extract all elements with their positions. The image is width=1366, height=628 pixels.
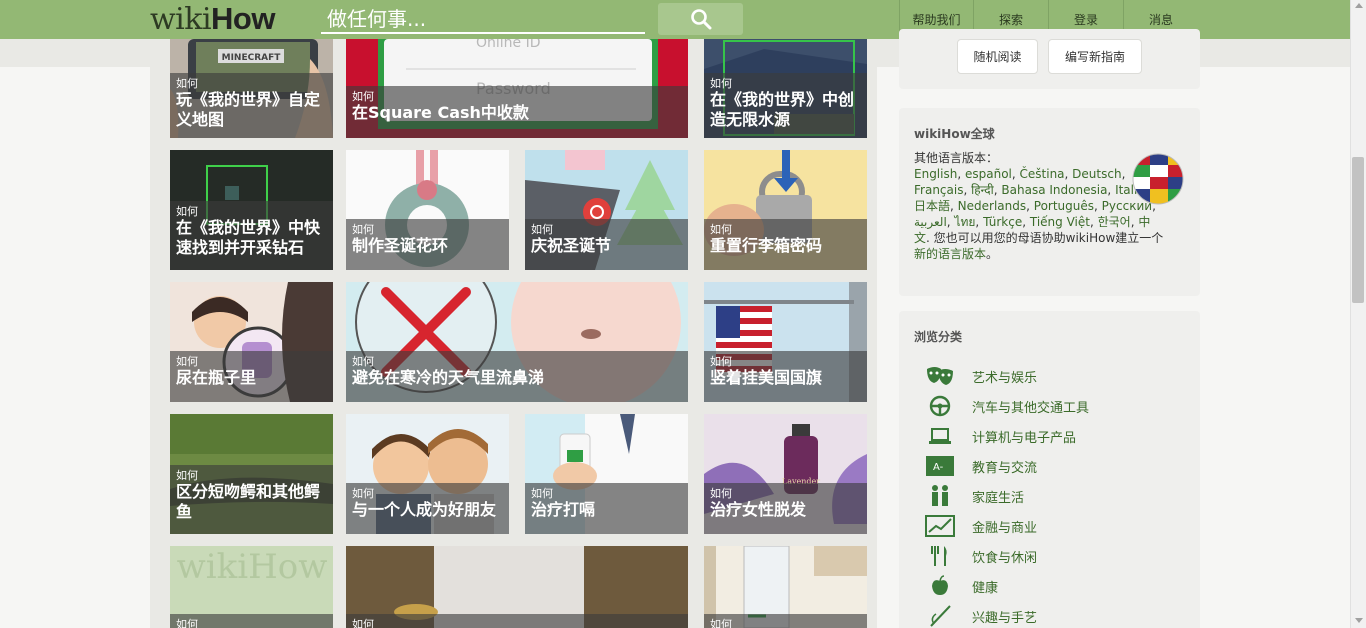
category-education[interactable]: A- 教育与交流 bbox=[923, 451, 1089, 481]
lang-link[interactable]: Türkçe bbox=[983, 215, 1022, 229]
scroll-down-arrow-icon[interactable] bbox=[1355, 618, 1363, 623]
laptop-icon bbox=[923, 424, 957, 448]
logo-how: How bbox=[211, 1, 275, 36]
tile-caption: 如何 在《我的世界》中快 速找到并开采钻石 bbox=[170, 201, 333, 270]
write-new-guide-button[interactable]: 编写新指南 bbox=[1048, 39, 1142, 74]
category-hobbies[interactable]: 兴趣与手艺 bbox=[923, 601, 1089, 628]
lang-link[interactable]: Français bbox=[914, 183, 963, 197]
article-tile[interactable]: 如何 bbox=[346, 546, 688, 628]
lang-link[interactable]: español bbox=[965, 167, 1012, 181]
lang-link[interactable]: 日本語 bbox=[914, 199, 950, 213]
tile-caption: 如何 在Square Cash中收款 bbox=[346, 86, 688, 138]
scrollbar-track[interactable] bbox=[1350, 0, 1366, 628]
lang-link[interactable]: English bbox=[914, 167, 957, 181]
random-read-button[interactable]: 随机阅读 bbox=[957, 39, 1038, 74]
category-family[interactable]: 家庭生活 bbox=[923, 481, 1089, 511]
tile-caption: 如何 尿在瓶子里 bbox=[170, 351, 333, 402]
category-food[interactable]: 饮食与休闲 bbox=[923, 541, 1089, 571]
article-tile[interactable]: 如何 治疗打嗝 bbox=[525, 414, 688, 534]
apple-icon bbox=[923, 574, 957, 598]
search-button[interactable] bbox=[658, 3, 743, 35]
category-finance[interactable]: 金融与商业 bbox=[923, 511, 1089, 541]
global-title: wikiHow全球 bbox=[914, 127, 995, 141]
article-tile[interactable]: MINECRAFT 如何 玩《我的世界》自定 义地图 bbox=[170, 39, 333, 138]
fork-knife-icon bbox=[923, 544, 957, 568]
category-arts[interactable]: 艺术与娱乐 bbox=[923, 361, 1089, 391]
tile-caption: 如何 与一个人成为好朋友 bbox=[346, 483, 509, 534]
tile-caption: 如何 bbox=[704, 614, 867, 628]
language-list: 其他语言版本： English, español, Čeština, Deuts… bbox=[914, 151, 1164, 261]
search-icon bbox=[690, 9, 711, 30]
lang-link[interactable]: Tiếng Việt bbox=[1030, 215, 1090, 229]
svg-text:A-: A- bbox=[933, 462, 944, 473]
logo-wiki: wiki bbox=[150, 2, 212, 37]
lang-link[interactable]: Deutsch bbox=[1072, 167, 1121, 181]
theater-masks-icon bbox=[923, 364, 957, 388]
tile-caption: 如何 制作圣诞花环 bbox=[346, 219, 509, 270]
browse-title: 浏览分类 bbox=[914, 330, 963, 344]
article-tile[interactable]: 如何 制作圣诞花环 bbox=[346, 150, 509, 270]
tile-caption: 如何 bbox=[346, 614, 688, 628]
steering-wheel-icon bbox=[923, 394, 957, 418]
article-tile[interactable]: 如何 尿在瓶子里 bbox=[170, 282, 333, 402]
tile-caption: 如何 治疗女性脱发 bbox=[704, 483, 867, 534]
chalkboard-icon: A- bbox=[923, 454, 957, 478]
article-tile[interactable]: 如何 竖着挂美国国旗 bbox=[704, 282, 867, 402]
category-cars[interactable]: 汽车与其他交通工具 bbox=[923, 391, 1089, 421]
article-tile[interactable]: 如何 避免在寒冷的天气里流鼻涕 bbox=[346, 282, 688, 402]
chart-up-icon bbox=[923, 514, 957, 538]
article-tile[interactable]: 如何 在《我的世界》中创 造无限水源 bbox=[704, 39, 867, 138]
wikihow-logo[interactable]: wikiHow bbox=[150, 1, 275, 37]
article-tile[interactable]: 如何 与一个人成为好朋友 bbox=[346, 414, 509, 534]
article-tile[interactable]: Lavender 如何 治疗女性脱发 bbox=[704, 414, 867, 534]
tile-caption: 如何 在《我的世界》中创 造无限水源 bbox=[704, 73, 867, 138]
article-tile[interactable]: 如何 庆祝圣诞节 bbox=[525, 150, 688, 270]
family-icon bbox=[923, 484, 957, 508]
lang-link[interactable]: Português bbox=[1034, 199, 1094, 213]
search-input[interactable] bbox=[321, 5, 645, 34]
article-tile[interactable]: wikiHow 如何 bbox=[170, 546, 333, 628]
lang-link[interactable]: हिन्दी bbox=[971, 183, 994, 197]
lang-link[interactable]: Bahasa Indonesia bbox=[1001, 183, 1107, 197]
category-computers[interactable]: 计算机与电子产品 bbox=[923, 421, 1089, 451]
article-tile[interactable]: 如何 在《我的世界》中快 速找到并开采钻石 bbox=[170, 150, 333, 270]
tile-caption: 如何 重置行李箱密码 bbox=[704, 219, 867, 270]
category-health[interactable]: 健康 bbox=[923, 571, 1089, 601]
knitting-needle-icon bbox=[923, 604, 957, 628]
lang-link[interactable]: 한국어 bbox=[1098, 215, 1131, 229]
scroll-up-arrow-icon[interactable] bbox=[1355, 3, 1363, 8]
tile-caption: 如何 庆祝圣诞节 bbox=[525, 219, 688, 270]
scrollbar-thumb[interactable] bbox=[1352, 157, 1364, 303]
tile-caption: 如何 玩《我的世界》自定 义地图 bbox=[170, 73, 333, 138]
article-tile[interactable]: 如何 bbox=[704, 546, 867, 628]
tile-caption: 如何 竖着挂美国国旗 bbox=[704, 351, 867, 402]
tile-caption: 如何 避免在寒冷的天气里流鼻涕 bbox=[346, 351, 688, 402]
category-list: 艺术与娱乐 汽车与其他交通工具 计算机与电子产品 A- 教育与交流 家庭生活 金… bbox=[923, 361, 1089, 628]
article-tile[interactable]: 如何 区分短吻鳄和其他鳄 鱼 bbox=[170, 414, 333, 534]
tile-caption: 如何 bbox=[170, 614, 333, 628]
lang-link[interactable]: Nederlands bbox=[958, 199, 1026, 213]
image-label-online-id: Online ID bbox=[476, 39, 541, 51]
actions-card: 随机阅读 编写新指南 bbox=[899, 29, 1200, 89]
lang-link[interactable]: العربية bbox=[914, 215, 947, 229]
globe-flags-icon bbox=[1132, 153, 1184, 205]
new-language-link[interactable]: 新的语言版本 bbox=[914, 247, 986, 261]
lang-link[interactable]: ไทย bbox=[954, 215, 975, 229]
article-tile[interactable]: 如何 重置行李箱密码 bbox=[704, 150, 867, 270]
wikihow-global-card: wikiHow全球 其他语言版本： English, español, Češt… bbox=[899, 108, 1200, 296]
tile-caption: 如何 治疗打嗝 bbox=[525, 483, 688, 534]
article-grid: MINECRAFT 如何 玩《我的世界》自定 义地图 Password Onli… bbox=[150, 39, 877, 628]
browse-categories-card: 浏览分类 艺术与娱乐 汽车与其他交通工具 计算机与电子产品 A- 教育与交流 家… bbox=[899, 311, 1200, 628]
lang-link[interactable]: Čeština bbox=[1020, 167, 1065, 181]
image-label-wikihow: wikiHow bbox=[177, 547, 328, 587]
article-tile[interactable]: Password Online ID 如何 在Square Cash中收款 bbox=[346, 39, 688, 138]
svg-text:MINECRAFT: MINECRAFT bbox=[222, 53, 282, 63]
tile-caption: 如何 区分短吻鳄和其他鳄 鱼 bbox=[170, 465, 333, 534]
